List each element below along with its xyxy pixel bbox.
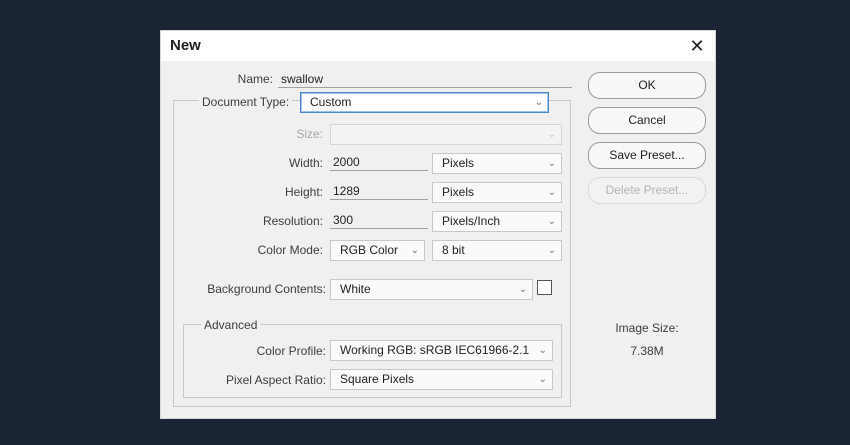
ok-button[interactable]: OK — [588, 72, 706, 99]
chevron-down-icon: ⌄ — [518, 284, 527, 295]
background-contents-label: Background Contents: — [207, 282, 326, 296]
bit-depth-select[interactable]: 8 bit ⌄ — [432, 240, 562, 261]
delete-preset-button: Delete Preset... — [588, 177, 706, 204]
advanced-title: Advanced — [201, 318, 261, 332]
close-icon[interactable]: ✕ — [687, 36, 707, 56]
chevron-down-icon: ⌄ — [538, 374, 547, 385]
color-profile-value: Working RGB: sRGB IEC61966-2.1 — [340, 343, 530, 357]
pixel-aspect-value: Square Pixels — [340, 372, 415, 386]
color-mode-label: Color Mode: — [257, 243, 323, 257]
resolution-input[interactable]: 300 — [330, 211, 428, 229]
background-contents-value: White — [340, 282, 371, 296]
title-bar[interactable]: New ✕ — [161, 31, 715, 61]
width-input[interactable]: 2000 — [330, 153, 428, 171]
pixel-aspect-label: Pixel Aspect Ratio: — [225, 373, 326, 387]
chevron-down-icon: ⌄ — [547, 187, 556, 198]
width-unit-select[interactable]: Pixels ⌄ — [432, 153, 562, 174]
chevron-down-icon: ⌄ — [534, 97, 543, 108]
document-type-value: Custom — [310, 95, 352, 109]
color-mode-select[interactable]: RGB Color ⌄ — [330, 240, 425, 261]
cancel-button[interactable]: Cancel — [588, 107, 706, 134]
height-label: Height: — [284, 185, 323, 199]
chevron-down-icon: ⌄ — [547, 158, 556, 169]
resolution-unit-select[interactable]: Pixels/Inch ⌄ — [432, 211, 562, 232]
save-preset-button[interactable]: Save Preset... — [588, 142, 706, 169]
color-profile-label: Color Profile: — [256, 344, 326, 358]
width-label: Width: — [288, 156, 323, 170]
height-input[interactable]: 1289 — [330, 182, 428, 200]
size-select: ⌄ — [330, 124, 562, 145]
color-profile-select[interactable]: Working RGB: sRGB IEC61966-2.1 ⌄ — [330, 340, 553, 361]
image-size-label: Image Size: — [615, 321, 679, 335]
chevron-down-icon: ⌄ — [547, 216, 556, 227]
document-type-label: Document Type: — [199, 95, 293, 109]
height-unit-value: Pixels — [442, 185, 475, 199]
background-contents-select[interactable]: White ⌄ — [330, 279, 533, 300]
height-unit-select[interactable]: Pixels ⌄ — [432, 182, 562, 203]
resolution-label: Resolution: — [262, 214, 323, 228]
bit-depth-value: 8 bit — [442, 243, 465, 257]
pixel-aspect-select[interactable]: Square Pixels ⌄ — [330, 369, 553, 390]
new-document-dialog: New ✕ Name: swallow Document Type: Custo… — [160, 30, 716, 419]
dialog-title: New — [170, 37, 201, 54]
chevron-down-icon: ⌄ — [410, 245, 419, 256]
chevron-down-icon: ⌄ — [538, 345, 547, 356]
size-label: Size: — [296, 127, 323, 141]
document-type-select[interactable]: Custom ⌄ — [300, 92, 549, 113]
name-label: Name: — [237, 72, 273, 86]
color-mode-value: RGB Color — [340, 243, 399, 257]
image-size-value: 7.38M — [630, 344, 664, 358]
width-unit-value: Pixels — [442, 156, 475, 170]
resolution-unit-value: Pixels/Inch — [442, 214, 501, 228]
chevron-down-icon: ⌄ — [547, 129, 556, 140]
background-color-swatch[interactable] — [537, 280, 552, 295]
name-input[interactable]: swallow — [278, 70, 572, 88]
chevron-down-icon: ⌄ — [547, 245, 556, 256]
